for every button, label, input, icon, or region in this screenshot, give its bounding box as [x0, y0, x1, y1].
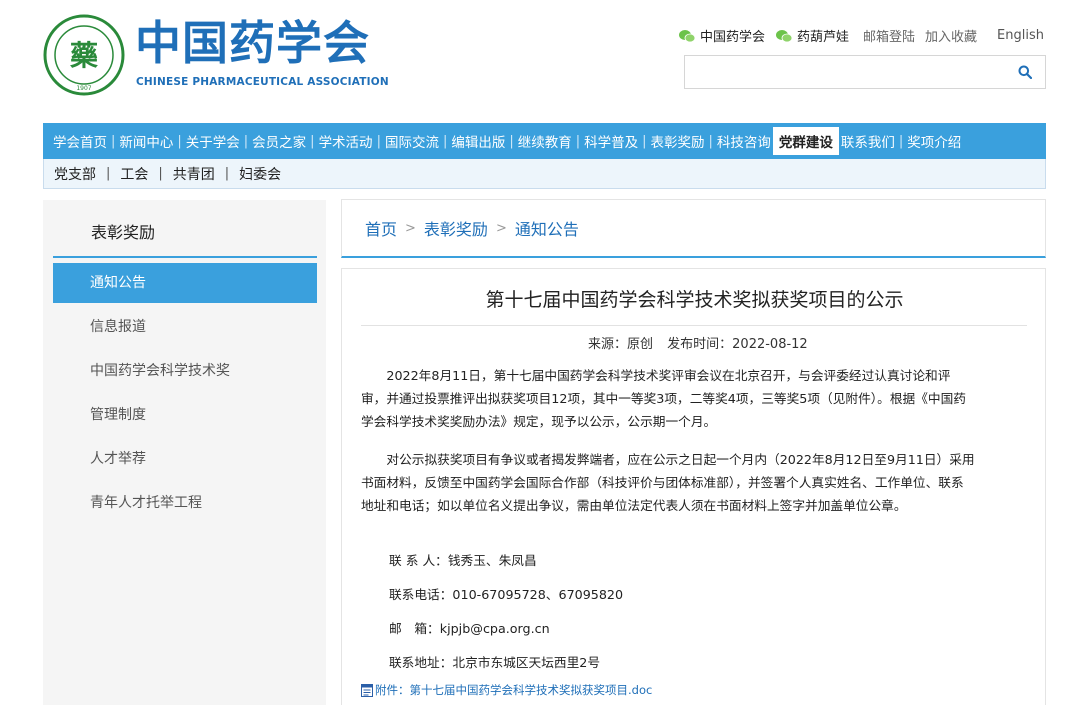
sidebar-divider [53, 256, 317, 258]
main-nav: 学会首页 | 新闻中心 | 关于学会 | 会员之家 | 学术活动 | 国际交流 | 编辑出版… [43, 123, 1046, 159]
breadcrumb-separator: > [495, 220, 507, 236]
wechat-icon [776, 29, 793, 42]
nav-item-science[interactable]: 科学普及 [584, 131, 638, 151]
subnav-item-party-branch[interactable]: 党支部 [54, 164, 96, 184]
nav-item-publishing[interactable]: 编辑出版 [451, 131, 505, 151]
nav-item-prizes[interactable]: 奖项介绍 [907, 131, 961, 151]
search-input[interactable] [685, 56, 1005, 88]
nav-item-party[interactable]: 党群建设 [772, 127, 839, 155]
search-icon [1018, 65, 1032, 79]
subnav-item-youth-league[interactable]: 共青团 [173, 164, 215, 184]
sidebar-item-reports[interactable]: 信息报道 [53, 307, 317, 347]
nav-item-education[interactable]: 继续教育 [518, 131, 572, 151]
breadcrumb-home[interactable]: 首页 [365, 216, 397, 240]
attachment-label: 附件：第十七届中国药学会科学技术奖拟获奖项目.doc [375, 683, 653, 697]
english-link[interactable]: English [997, 28, 1044, 43]
contact-person: 联 系 人：钱秀玉、朱凤昌 [389, 553, 537, 568]
contact-address: 联系地址：北京市东城区天坛西里2号 [389, 655, 601, 670]
sidebar-title: 表彰奖励 [91, 223, 156, 242]
article-title: 第十七届中国药学会科学技术奖拟获奖项目的公示 [485, 289, 904, 311]
sidebar-item-regulations[interactable]: 管理制度 [53, 395, 317, 435]
contact-phone: 联系电话：010-67095728、67095820 [389, 587, 624, 602]
sidebar-item-youth-talent[interactable]: 青年人才托举工程 [53, 483, 317, 523]
article-paragraph: 2022年8月11日，第十七届中国药学会科学技术奖评审会议在北京召开，与会评委经… [361, 368, 966, 429]
svg-text:1907: 1907 [76, 85, 91, 92]
association-emblem-icon[interactable]: 藥 1907 [43, 14, 125, 96]
breadcrumb-current[interactable]: 通知公告 [515, 216, 579, 240]
wechat-link-yaohulu[interactable]: 药葫芦娃 [775, 26, 849, 45]
wechat-icon [678, 29, 696, 42]
nav-item-about[interactable]: 关于学会 [186, 131, 240, 151]
search-button[interactable] [1005, 56, 1045, 88]
site-header: 藥 1907 中国药学会 CHINESE PHARMACEUTICAL ASSO… [0, 0, 1080, 120]
mail-login-link[interactable]: 邮箱登陆 [863, 26, 915, 45]
subnav-item-women[interactable]: 妇委会 [239, 164, 281, 184]
wechat-link-cpa[interactable]: 中国药学会 [678, 26, 765, 45]
nav-item-academic[interactable]: 学术活动 [319, 131, 373, 151]
article-divider [361, 325, 1027, 326]
svg-text:藥: 藥 [69, 39, 98, 72]
contact-email: 邮 箱：kjpjb@cpa.org.cn [389, 621, 550, 636]
sidebar-item-science-award[interactable]: 中国药学会科学技术奖 [53, 351, 317, 391]
nav-item-consulting[interactable]: 科技咨询 [717, 131, 771, 151]
article: 第十七届中国药学会科学技术奖拟获奖项目的公示 来源：原创 发布时间：2022-0… [341, 268, 1046, 705]
nav-item-contact[interactable]: 联系我们 [841, 131, 895, 151]
sidebar-item-talent[interactable]: 人才举荐 [53, 439, 317, 479]
search-box [684, 55, 1046, 89]
nav-item-awards[interactable]: 表彰奖励 [651, 131, 705, 151]
article-meta: 来源：原创 发布时间：2022-08-12 [342, 333, 1047, 352]
sub-nav: 党支部 | 工会 | 共青团 | 妇委会 [43, 159, 1046, 189]
article-date: 发布时间：2022-08-12 [667, 337, 808, 352]
sidebar: 表彰奖励 通知公告 信息报道 中国药学会科学技术奖 管理制度 人才举荐 青年人才… [43, 200, 326, 705]
breadcrumb-section[interactable]: 表彰奖励 [424, 216, 488, 240]
site-logo-title[interactable]: 中国药学会 [135, 14, 370, 72]
nav-item-news[interactable]: 新闻中心 [119, 131, 173, 151]
word-doc-icon [361, 683, 373, 697]
add-favorite-link[interactable]: 加入收藏 [925, 26, 977, 45]
site-logo-subtitle: CHINESE PHARMACEUTICAL ASSOCIATION [136, 76, 389, 88]
nav-item-home[interactable]: 学会首页 [53, 131, 107, 151]
nav-item-international[interactable]: 国际交流 [385, 131, 439, 151]
breadcrumb-separator: > [405, 220, 416, 236]
sidebar-item-notices[interactable]: 通知公告 [53, 263, 317, 303]
article-paragraph: 对公示拟获奖项目有争议或者揭发弊端者，应在公示之日起一个月内（2022年8月12… [361, 452, 975, 513]
nav-item-members[interactable]: 会员之家 [252, 131, 306, 151]
breadcrumb: 首页 > 表彰奖励 > 通知公告 [341, 199, 1046, 258]
top-links: 中国药学会 药葫芦娃 邮箱登陆 加入收藏 English [678, 26, 1044, 45]
article-source: 来源：原创 [588, 337, 654, 352]
attachment-link[interactable]: 附件：第十七届中国药学会科学技术奖拟获奖项目.doc [361, 682, 652, 698]
subnav-item-union[interactable]: 工会 [120, 164, 148, 184]
